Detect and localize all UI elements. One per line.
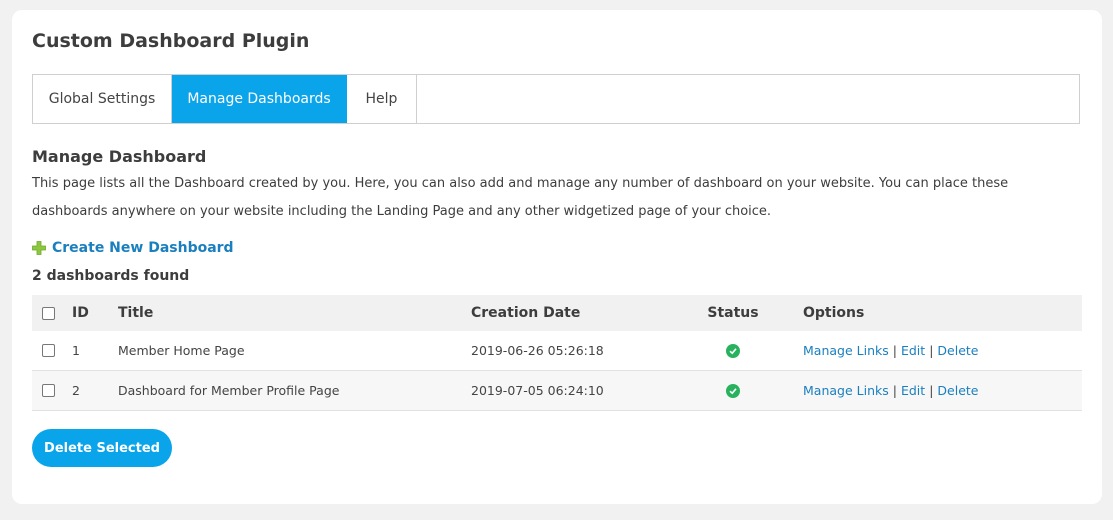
row-date: 2019-07-05 06:24:10	[471, 383, 604, 398]
edit-link[interactable]: Edit	[901, 343, 925, 358]
edit-link[interactable]: Edit	[901, 383, 925, 398]
row-title: Member Home Page	[118, 343, 245, 358]
plugin-card: Custom Dashboard Plugin Global Settings …	[12, 10, 1102, 504]
header-creation-date: Creation Date	[471, 305, 581, 321]
tab-bar: Global Settings Manage Dashboards Help	[32, 74, 1080, 124]
delete-link[interactable]: Delete	[937, 383, 978, 398]
plus-icon	[32, 241, 46, 255]
status-check-icon	[726, 344, 740, 359]
page-title: Custom Dashboard Plugin	[32, 30, 310, 52]
table-row: 1 Member Home Page 2019-06-26 05:26:18 M…	[32, 331, 1082, 371]
header-title: Title	[118, 305, 154, 321]
manage-links-link[interactable]: Manage Links	[803, 343, 889, 358]
status-check-icon	[726, 384, 740, 399]
section-description: This page lists all the Dashboard create…	[32, 176, 1009, 219]
row-checkbox[interactable]	[42, 384, 55, 397]
dashboard-count: 2 dashboards found	[32, 268, 190, 284]
manage-links-link[interactable]: Manage Links	[803, 383, 889, 398]
tab-global-settings[interactable]: Global Settings	[33, 75, 172, 123]
dashboards-table: ID Title Creation Date Status Options 1 …	[32, 295, 1082, 411]
header-status: Status	[707, 305, 759, 321]
create-new-dashboard-link[interactable]: Create New Dashboard	[32, 240, 234, 256]
table-row: 2 Dashboard for Member Profile Page 2019…	[32, 371, 1082, 411]
row-options: Manage Links | Edit | Delete	[803, 383, 979, 398]
tab-help[interactable]: Help	[347, 75, 417, 123]
row-title: Dashboard for Member Profile Page	[118, 383, 340, 398]
select-all-checkbox[interactable]	[42, 306, 55, 320]
table-header: ID Title Creation Date Status Options	[32, 295, 1082, 331]
header-options: Options	[803, 305, 865, 321]
row-id: 2	[72, 383, 80, 398]
row-id: 1	[72, 343, 80, 358]
create-link-label: Create New Dashboard	[52, 240, 234, 256]
row-checkbox[interactable]	[42, 344, 55, 357]
delete-link[interactable]: Delete	[937, 343, 978, 358]
row-options: Manage Links | Edit | Delete	[803, 343, 979, 358]
header-id: ID	[72, 305, 89, 321]
delete-selected-button[interactable]: Delete Selected	[32, 429, 172, 467]
row-date: 2019-06-26 05:26:18	[471, 343, 604, 358]
section-heading: Manage Dashboard	[32, 147, 207, 166]
tab-manage-dashboards[interactable]: Manage Dashboards	[172, 75, 347, 123]
